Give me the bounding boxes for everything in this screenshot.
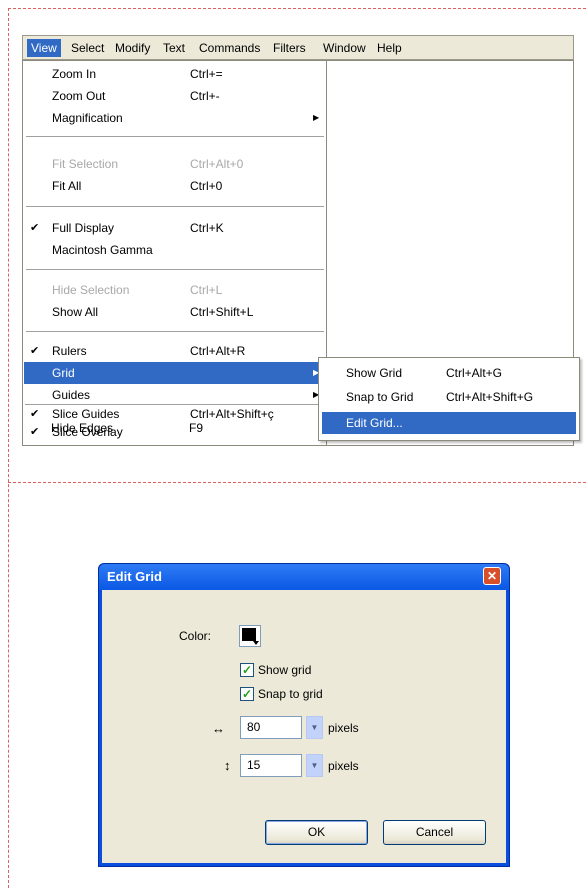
submenu-arrow-icon: ▶ bbox=[313, 113, 320, 122]
vertical-unit-label: pixels bbox=[328, 759, 359, 773]
view-menu: Zoom In Ctrl+= Zoom Out Ctrl+- Magnifica… bbox=[22, 60, 327, 446]
close-icon[interactable]: ✕ bbox=[483, 567, 501, 585]
menu-item-rulers[interactable]: ✔ Rulers Ctrl+Alt+R bbox=[24, 340, 326, 362]
top-dashed-border bbox=[8, 8, 586, 9]
color-swatch[interactable] bbox=[239, 625, 261, 647]
snap-to-grid-checkbox[interactable]: ✓ bbox=[240, 687, 254, 701]
menu-item-macintosh-gamma[interactable]: Macintosh Gamma bbox=[24, 239, 326, 261]
submenu-item-snap-to-grid[interactable]: Snap to Grid Ctrl+Alt+Shift+G bbox=[322, 386, 576, 408]
horizontal-spacing-icon: ↔ bbox=[212, 721, 225, 736]
snap-to-grid-label: Snap to grid bbox=[258, 687, 323, 701]
menu-separator bbox=[25, 404, 323, 406]
color-label: Color: bbox=[179, 629, 212, 643]
menu-separator bbox=[26, 269, 324, 271]
left-dashed-border bbox=[8, 8, 9, 888]
menu-bar: View Select Modify Text Commands Filters… bbox=[22, 35, 574, 60]
menu-separator bbox=[26, 136, 324, 138]
dialog-titlebar[interactable]: Edit Grid ✕ bbox=[99, 564, 509, 590]
menu-commands[interactable]: Commands bbox=[195, 39, 264, 57]
vertical-spacing-input[interactable]: 15 bbox=[240, 754, 302, 777]
checkmark-icon: ✔ bbox=[30, 222, 40, 234]
cancel-button[interactable]: Cancel bbox=[383, 820, 486, 845]
show-grid-checkbox[interactable]: ✓ bbox=[240, 663, 254, 677]
horizontal-unit-label: pixels bbox=[328, 721, 359, 735]
menu-item-fit-selection: Fit Selection Ctrl+Alt+0 bbox=[52, 157, 244, 171]
menu-separator bbox=[26, 331, 324, 333]
menu-item-grid[interactable]: Grid ▶ bbox=[24, 362, 326, 384]
edit-grid-dialog: Edit Grid ✕ Color: ✓ Show grid ✓ Snap to… bbox=[98, 563, 510, 867]
dialog-body: Color: ✓ Show grid ✓ Snap to grid ↔ 80 ▼… bbox=[102, 590, 506, 863]
menu-item-hide-selection: Hide Selection Ctrl+L bbox=[52, 283, 223, 297]
menu-view[interactable]: View bbox=[27, 39, 61, 57]
menu-window[interactable]: Window bbox=[319, 39, 370, 57]
menu-separator bbox=[26, 206, 324, 208]
menu-item-magnification[interactable]: Magnification ▶ bbox=[24, 107, 326, 129]
swatch-fill bbox=[242, 628, 256, 641]
show-grid-label: Show grid bbox=[258, 663, 312, 677]
menu-item-full-display[interactable]: ✔ Full Display Ctrl+K bbox=[24, 217, 326, 239]
ok-button[interactable]: OK bbox=[265, 820, 368, 845]
menu-item-show-all[interactable]: Show All Ctrl+Shift+L bbox=[24, 301, 326, 323]
menu-item-zoom-in[interactable]: Zoom In Ctrl+= bbox=[24, 63, 326, 85]
section-dashed-divider bbox=[8, 482, 586, 483]
chevron-down-icon[interactable]: ▼ bbox=[306, 716, 323, 739]
menu-item-zoom-out[interactable]: Zoom Out Ctrl+- bbox=[24, 85, 326, 107]
vertical-spacing-icon: ↕ bbox=[224, 758, 231, 773]
menu-modify[interactable]: Modify bbox=[111, 39, 154, 57]
dialog-title: Edit Grid bbox=[107, 569, 162, 584]
submenu-item-show-grid[interactable]: Show Grid Ctrl+Alt+G bbox=[322, 362, 576, 384]
menu-text[interactable]: Text bbox=[159, 39, 189, 57]
horizontal-spacing-input[interactable]: 80 bbox=[240, 716, 302, 739]
menu-item-fit-all[interactable]: Fit All Ctrl+0 bbox=[24, 175, 326, 197]
swatch-dropdown-icon bbox=[253, 641, 259, 645]
checkmark-icon: ✔ bbox=[30, 345, 40, 357]
grid-submenu: Show Grid Ctrl+Alt+G Snap to Grid Ctrl+A… bbox=[318, 357, 580, 441]
menu-help[interactable]: Help bbox=[373, 39, 406, 57]
submenu-item-edit-grid[interactable]: Edit Grid... bbox=[322, 412, 576, 434]
chevron-down-icon[interactable]: ▼ bbox=[306, 754, 323, 777]
menu-filters[interactable]: Filters bbox=[269, 39, 310, 57]
menu-select[interactable]: Select bbox=[67, 39, 108, 57]
menu-item-hide-edges[interactable]: Hide Edges F9 bbox=[23, 417, 325, 439]
